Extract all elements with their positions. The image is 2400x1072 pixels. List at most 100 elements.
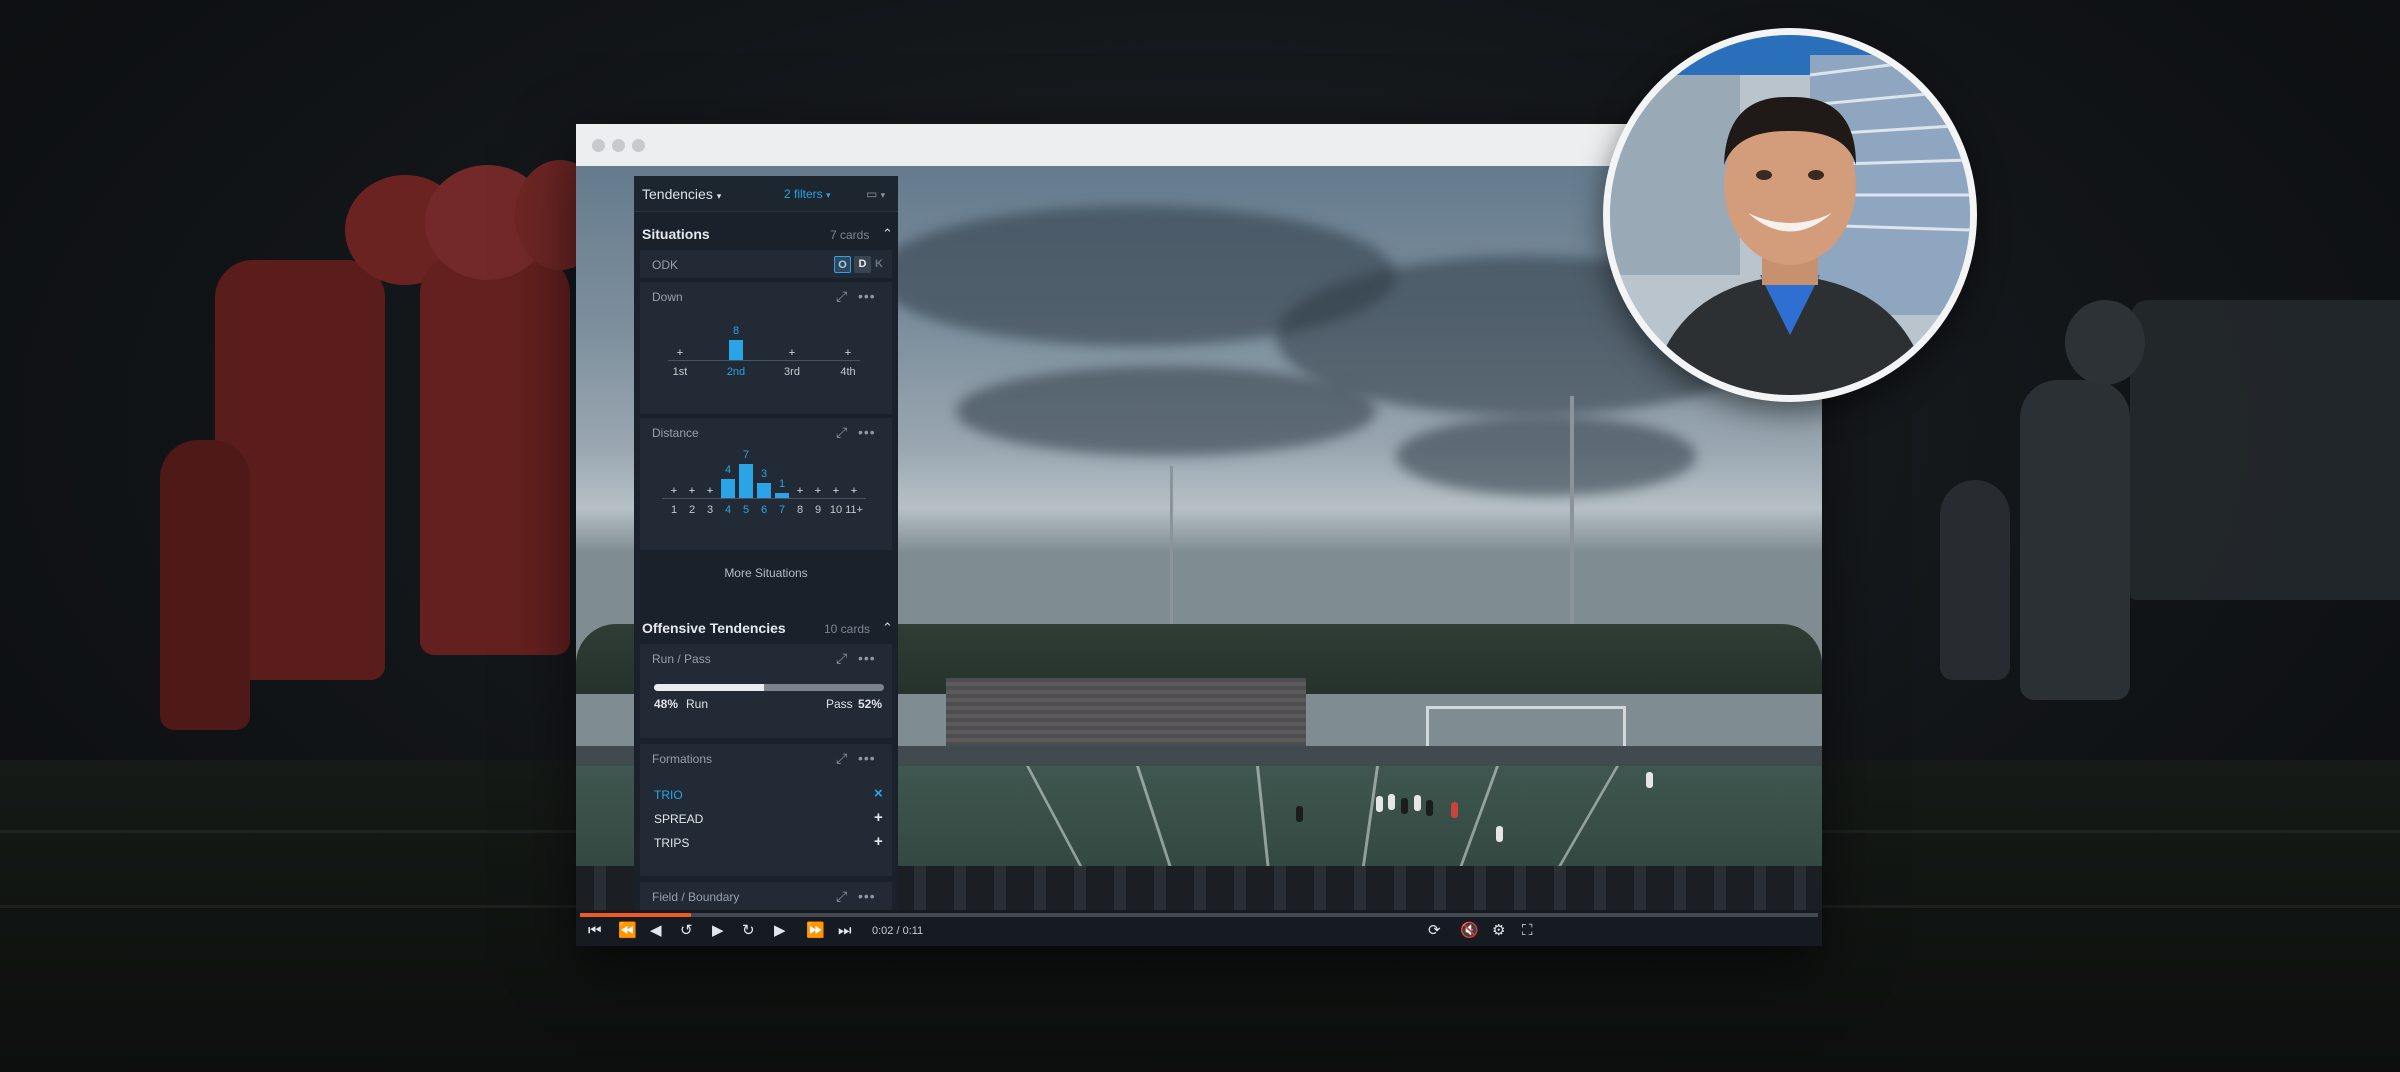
odk-option-o[interactable]: O <box>834 256 851 273</box>
run-pass-card: Run / Pass ⤢ ••• 48% Run Pass 52% <box>640 644 892 738</box>
down-tick-label: 4th <box>840 366 856 378</box>
window-maximize-icon[interactable] <box>632 139 645 152</box>
down-bar-value: 8 <box>732 325 740 337</box>
chevron-up-icon[interactable]: ⌃ <box>882 226 893 242</box>
more-options-icon[interactable]: ••• <box>858 424 876 440</box>
more-options-icon[interactable]: ••• <box>858 888 876 904</box>
run-percent: 48% <box>654 697 679 711</box>
field-boundary-card: Field / Boundary ⤢ ••• <box>640 882 892 910</box>
run-pass-bar-run-fill <box>654 684 765 691</box>
offensive-count: 10 cards <box>824 622 871 636</box>
run-pass-label: Run / Pass <box>652 652 711 666</box>
background-player-helmet <box>2065 300 2145 385</box>
more-options-icon[interactable]: ••• <box>858 750 876 766</box>
remove-formation-icon[interactable]: × <box>874 785 883 802</box>
expand-icon[interactable]: ⤢ <box>836 424 848 441</box>
down-axis-line <box>668 360 860 361</box>
odk-option-k[interactable]: K <box>874 256 884 273</box>
expand-icon[interactable]: ⤢ <box>836 288 848 305</box>
down-bar[interactable] <box>729 340 743 360</box>
distance-label: Distance <box>652 426 699 440</box>
more-options-icon[interactable]: ••• <box>858 650 876 666</box>
formation-item-trips[interactable]: TRIPS <box>654 836 689 850</box>
more-options-icon[interactable]: ••• <box>858 288 876 304</box>
distance-bar[interactable] <box>775 493 789 498</box>
situations-title: Situations <box>642 226 710 242</box>
step-forward-icon[interactable]: ▶ <box>774 922 786 940</box>
goal-net <box>1426 706 1626 746</box>
tendencies-panel: Tendencies ▾ 2 filters ▾ ▭ ▾ Situations … <box>634 176 898 910</box>
distance-bar[interactable] <box>757 483 771 498</box>
video-progress-bar[interactable] <box>580 913 1818 917</box>
skip-to-start-icon[interactable]: ⏮ <box>588 922 602 940</box>
run-pass-bar <box>654 684 884 691</box>
window-close-icon[interactable] <box>592 139 605 152</box>
window-minimize-icon[interactable] <box>612 139 625 152</box>
down-empty-mark[interactable]: + <box>674 347 686 359</box>
distance-bar[interactable] <box>721 479 735 498</box>
offensive-tendencies-title: Offensive Tendencies <box>642 620 786 636</box>
chevron-down-icon: ▾ <box>826 190 831 200</box>
settings-gear-icon[interactable]: ⚙ <box>1492 922 1505 940</box>
distance-bar[interactable] <box>739 464 753 498</box>
fullscreen-icon[interactable]: ⛶ <box>1522 922 1533 940</box>
more-situations-link[interactable]: More Situations <box>634 566 898 580</box>
filters-dropdown[interactable]: 2 filters ▾ <box>784 187 831 201</box>
field-player <box>1426 800 1433 816</box>
distance-empty-mark[interactable]: + <box>848 485 860 497</box>
chevron-up-icon[interactable]: ⌃ <box>882 620 893 636</box>
replay-5-icon[interactable]: ↺ <box>680 922 693 940</box>
video-controls: ⏮ ⏪ ◀ ↺ ▶ ↻ ▶ ⏩ ⏭ 0:02 / 0:11 ⟳ 🔇 ⚙ ⛶ <box>576 910 1822 946</box>
forward-5-icon[interactable]: ↻ <box>742 922 755 940</box>
formations-label: Formations <box>652 752 713 766</box>
page-stage: Tendencies ▾ 2 filters ▾ ▭ ▾ Situations … <box>0 0 2400 1072</box>
distance-empty-mark[interactable]: + <box>704 485 716 497</box>
field-player <box>1296 806 1303 822</box>
odk-option-d[interactable]: D <box>854 256 871 273</box>
field-player <box>1496 826 1503 842</box>
down-tick-label: 2nd <box>726 366 746 378</box>
expand-icon[interactable]: ⤢ <box>836 888 848 905</box>
filters-label: 2 filters <box>784 187 823 201</box>
field-player <box>1646 772 1653 788</box>
video-time: 0:02 / 0:11 <box>872 925 924 937</box>
rewind-icon[interactable]: ⏪ <box>618 922 637 940</box>
loop-icon[interactable]: ⟳ <box>1428 922 1441 940</box>
distance-bar-value: 7 <box>742 449 750 461</box>
expand-icon[interactable]: ⤢ <box>836 750 848 767</box>
pass-label: Pass <box>826 697 853 711</box>
distance-empty-mark[interactable]: + <box>686 485 698 497</box>
add-formation-icon[interactable]: + <box>874 809 883 826</box>
layout-icon[interactable]: ▭ ▾ <box>866 187 885 201</box>
down-empty-mark[interactable]: + <box>842 347 854 359</box>
coach-avatar <box>1603 28 1977 402</box>
field-boundary-label: Field / Boundary <box>652 890 740 904</box>
formation-item-trio[interactable]: TRIO <box>654 788 683 802</box>
distance-bar-value: 1 <box>778 478 786 490</box>
background-player <box>420 255 570 655</box>
tendencies-dropdown[interactable]: Tendencies ▾ <box>642 186 721 202</box>
distance-empty-mark[interactable]: + <box>830 485 842 497</box>
odk-label: ODK <box>652 258 679 272</box>
add-formation-icon[interactable]: + <box>874 833 883 850</box>
fast-forward-icon[interactable]: ⏩ <box>806 922 825 940</box>
distance-empty-mark[interactable]: + <box>794 485 806 497</box>
down-card: Down ⤢ ••• +1st 8 2nd +3rd +4th <box>640 282 892 414</box>
down-empty-mark[interactable]: + <box>786 347 798 359</box>
background-player <box>2020 380 2130 700</box>
expand-icon[interactable]: ⤢ <box>836 650 848 667</box>
odk-card: ODK O D K <box>640 250 892 278</box>
down-tick-label: 3rd <box>784 366 800 378</box>
run-label: Run <box>686 697 709 711</box>
pass-percent: 52% <box>858 697 883 711</box>
skip-to-end-icon[interactable]: ⏭ <box>838 922 852 940</box>
distance-empty-mark[interactable]: + <box>668 485 680 497</box>
situations-count: 7 cards <box>830 228 870 242</box>
formation-item-spread[interactable]: SPREAD <box>654 812 703 826</box>
distance-empty-mark[interactable]: + <box>812 485 824 497</box>
field-player <box>1376 796 1383 812</box>
mute-icon[interactable]: 🔇 <box>1460 922 1479 940</box>
chevron-down-icon: ▾ <box>716 191 722 201</box>
step-back-icon[interactable]: ◀ <box>650 922 662 940</box>
play-icon[interactable]: ▶ <box>712 922 724 940</box>
